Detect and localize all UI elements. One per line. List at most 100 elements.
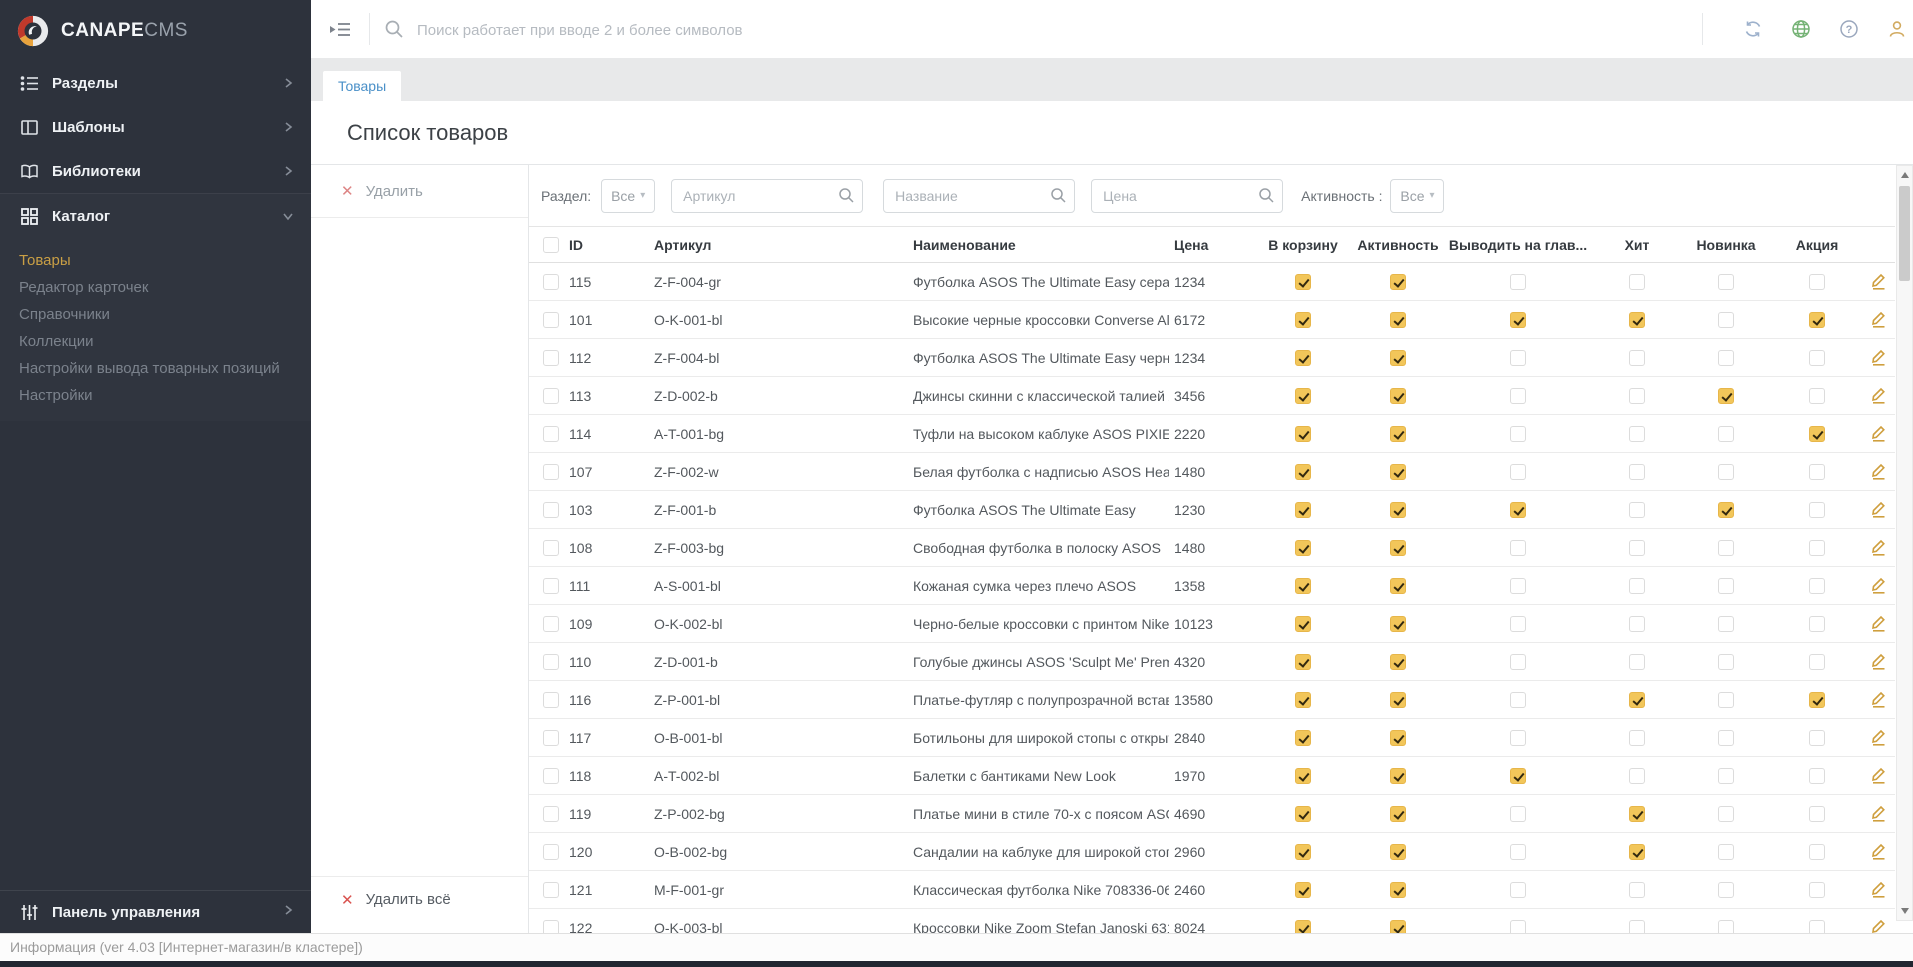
show-on-main-checkbox[interactable] (1510, 768, 1526, 785)
cart-checkbox[interactable] (1295, 312, 1311, 329)
promo-checkbox[interactable] (1809, 806, 1825, 823)
new-checkbox[interactable] (1718, 350, 1734, 367)
hit-checkbox[interactable] (1629, 464, 1645, 481)
new-checkbox[interactable] (1718, 616, 1734, 633)
promo-checkbox[interactable] (1809, 540, 1825, 557)
show-on-main-checkbox[interactable] (1510, 806, 1526, 823)
row-select-checkbox[interactable] (543, 502, 559, 519)
cart-checkbox[interactable] (1295, 616, 1311, 633)
new-checkbox[interactable] (1718, 768, 1734, 785)
show-on-main-checkbox[interactable] (1510, 654, 1526, 671)
row-select-checkbox[interactable] (543, 768, 559, 785)
edit-icon[interactable] (1870, 499, 1888, 518)
cart-checkbox[interactable] (1295, 540, 1311, 557)
new-checkbox[interactable] (1718, 464, 1734, 481)
tab-products[interactable]: Товары (323, 71, 402, 101)
active-checkbox[interactable] (1390, 274, 1406, 291)
new-checkbox[interactable] (1718, 388, 1734, 405)
sidebar-item-templates[interactable]: Шаблоны (0, 105, 311, 149)
globe-icon[interactable] (1791, 19, 1811, 39)
edit-icon[interactable] (1870, 347, 1888, 366)
hit-checkbox[interactable] (1629, 312, 1645, 329)
active-checkbox[interactable] (1390, 426, 1406, 443)
row-select-checkbox[interactable] (543, 882, 559, 899)
name-filter-input[interactable] (883, 178, 1076, 213)
promo-checkbox[interactable] (1809, 502, 1825, 519)
row-select-checkbox[interactable] (543, 844, 559, 861)
cart-checkbox[interactable] (1295, 350, 1311, 367)
row-select-checkbox[interactable] (543, 692, 559, 709)
edit-icon[interactable] (1870, 575, 1888, 594)
row-select-checkbox[interactable] (543, 616, 559, 633)
hit-checkbox[interactable] (1629, 692, 1645, 709)
cart-checkbox[interactable] (1295, 768, 1311, 785)
promo-checkbox[interactable] (1809, 768, 1825, 785)
active-checkbox[interactable] (1390, 502, 1406, 519)
row-select-checkbox[interactable] (543, 350, 559, 367)
active-checkbox[interactable] (1390, 844, 1406, 861)
active-checkbox[interactable] (1390, 730, 1406, 747)
edit-icon[interactable] (1870, 765, 1888, 784)
edit-icon[interactable] (1870, 841, 1888, 860)
row-select-checkbox[interactable] (543, 388, 559, 405)
edit-icon[interactable] (1870, 879, 1888, 898)
promo-checkbox[interactable] (1809, 388, 1825, 405)
sidebar-subitem[interactable]: Настройки вывода товарных позиций (0, 355, 311, 382)
hit-checkbox[interactable] (1629, 654, 1645, 671)
new-checkbox[interactable] (1718, 844, 1734, 861)
sidebar-item-catalog[interactable]: Каталог (0, 194, 311, 238)
row-select-checkbox[interactable] (543, 312, 559, 329)
promo-checkbox[interactable] (1809, 274, 1825, 291)
hit-checkbox[interactable] (1629, 540, 1645, 557)
delete-button[interactable]: ✕ Удалить (311, 165, 528, 218)
sidebar-subitem[interactable]: Настройки (0, 382, 311, 409)
row-select-checkbox[interactable] (543, 274, 559, 291)
edit-icon[interactable] (1870, 461, 1888, 480)
promo-checkbox[interactable] (1809, 844, 1825, 861)
sidebar-item-control-panel[interactable]: Панель управления (0, 890, 311, 933)
new-checkbox[interactable] (1718, 502, 1734, 519)
edit-icon[interactable] (1870, 271, 1888, 290)
show-on-main-checkbox[interactable] (1510, 274, 1526, 291)
select-all-checkbox[interactable] (543, 237, 559, 254)
row-select-checkbox[interactable] (543, 654, 559, 671)
edit-icon[interactable] (1870, 727, 1888, 746)
hit-checkbox[interactable] (1629, 806, 1645, 823)
cart-checkbox[interactable] (1295, 844, 1311, 861)
show-on-main-checkbox[interactable] (1510, 578, 1526, 595)
promo-checkbox[interactable] (1809, 426, 1825, 443)
hit-checkbox[interactable] (1629, 768, 1645, 785)
cart-checkbox[interactable] (1295, 464, 1311, 481)
promo-checkbox[interactable] (1809, 882, 1825, 899)
show-on-main-checkbox[interactable] (1510, 844, 1526, 861)
sku-filter-input[interactable] (671, 178, 864, 213)
help-icon[interactable]: ? (1839, 19, 1859, 39)
sidebar-subitem[interactable]: Редактор карточек (0, 274, 311, 301)
price-filter-input[interactable] (1091, 178, 1284, 213)
active-checkbox[interactable] (1390, 654, 1406, 671)
show-on-main-checkbox[interactable] (1510, 464, 1526, 481)
active-checkbox[interactable] (1390, 616, 1406, 633)
scroll-down-arrow[interactable] (1897, 904, 1912, 918)
promo-checkbox[interactable] (1809, 730, 1825, 747)
active-checkbox[interactable] (1390, 768, 1406, 785)
new-checkbox[interactable] (1718, 806, 1734, 823)
edit-icon[interactable] (1870, 651, 1888, 670)
cart-checkbox[interactable] (1295, 502, 1311, 519)
promo-checkbox[interactable] (1809, 350, 1825, 367)
show-on-main-checkbox[interactable] (1510, 692, 1526, 709)
sidebar-toggle-icon[interactable] (329, 19, 351, 40)
cart-checkbox[interactable] (1295, 274, 1311, 291)
active-checkbox[interactable] (1390, 464, 1406, 481)
sidebar-item-libraries[interactable]: Библиотеки (0, 149, 311, 193)
active-checkbox[interactable] (1390, 806, 1406, 823)
sidebar-subitem[interactable]: Справочники (0, 301, 311, 328)
cart-checkbox[interactable] (1295, 388, 1311, 405)
edit-icon[interactable] (1870, 689, 1888, 708)
hit-checkbox[interactable] (1629, 616, 1645, 633)
row-select-checkbox[interactable] (543, 426, 559, 443)
active-checkbox[interactable] (1390, 882, 1406, 899)
promo-checkbox[interactable] (1809, 654, 1825, 671)
global-search-input[interactable] (415, 9, 1319, 51)
active-checkbox[interactable] (1390, 578, 1406, 595)
